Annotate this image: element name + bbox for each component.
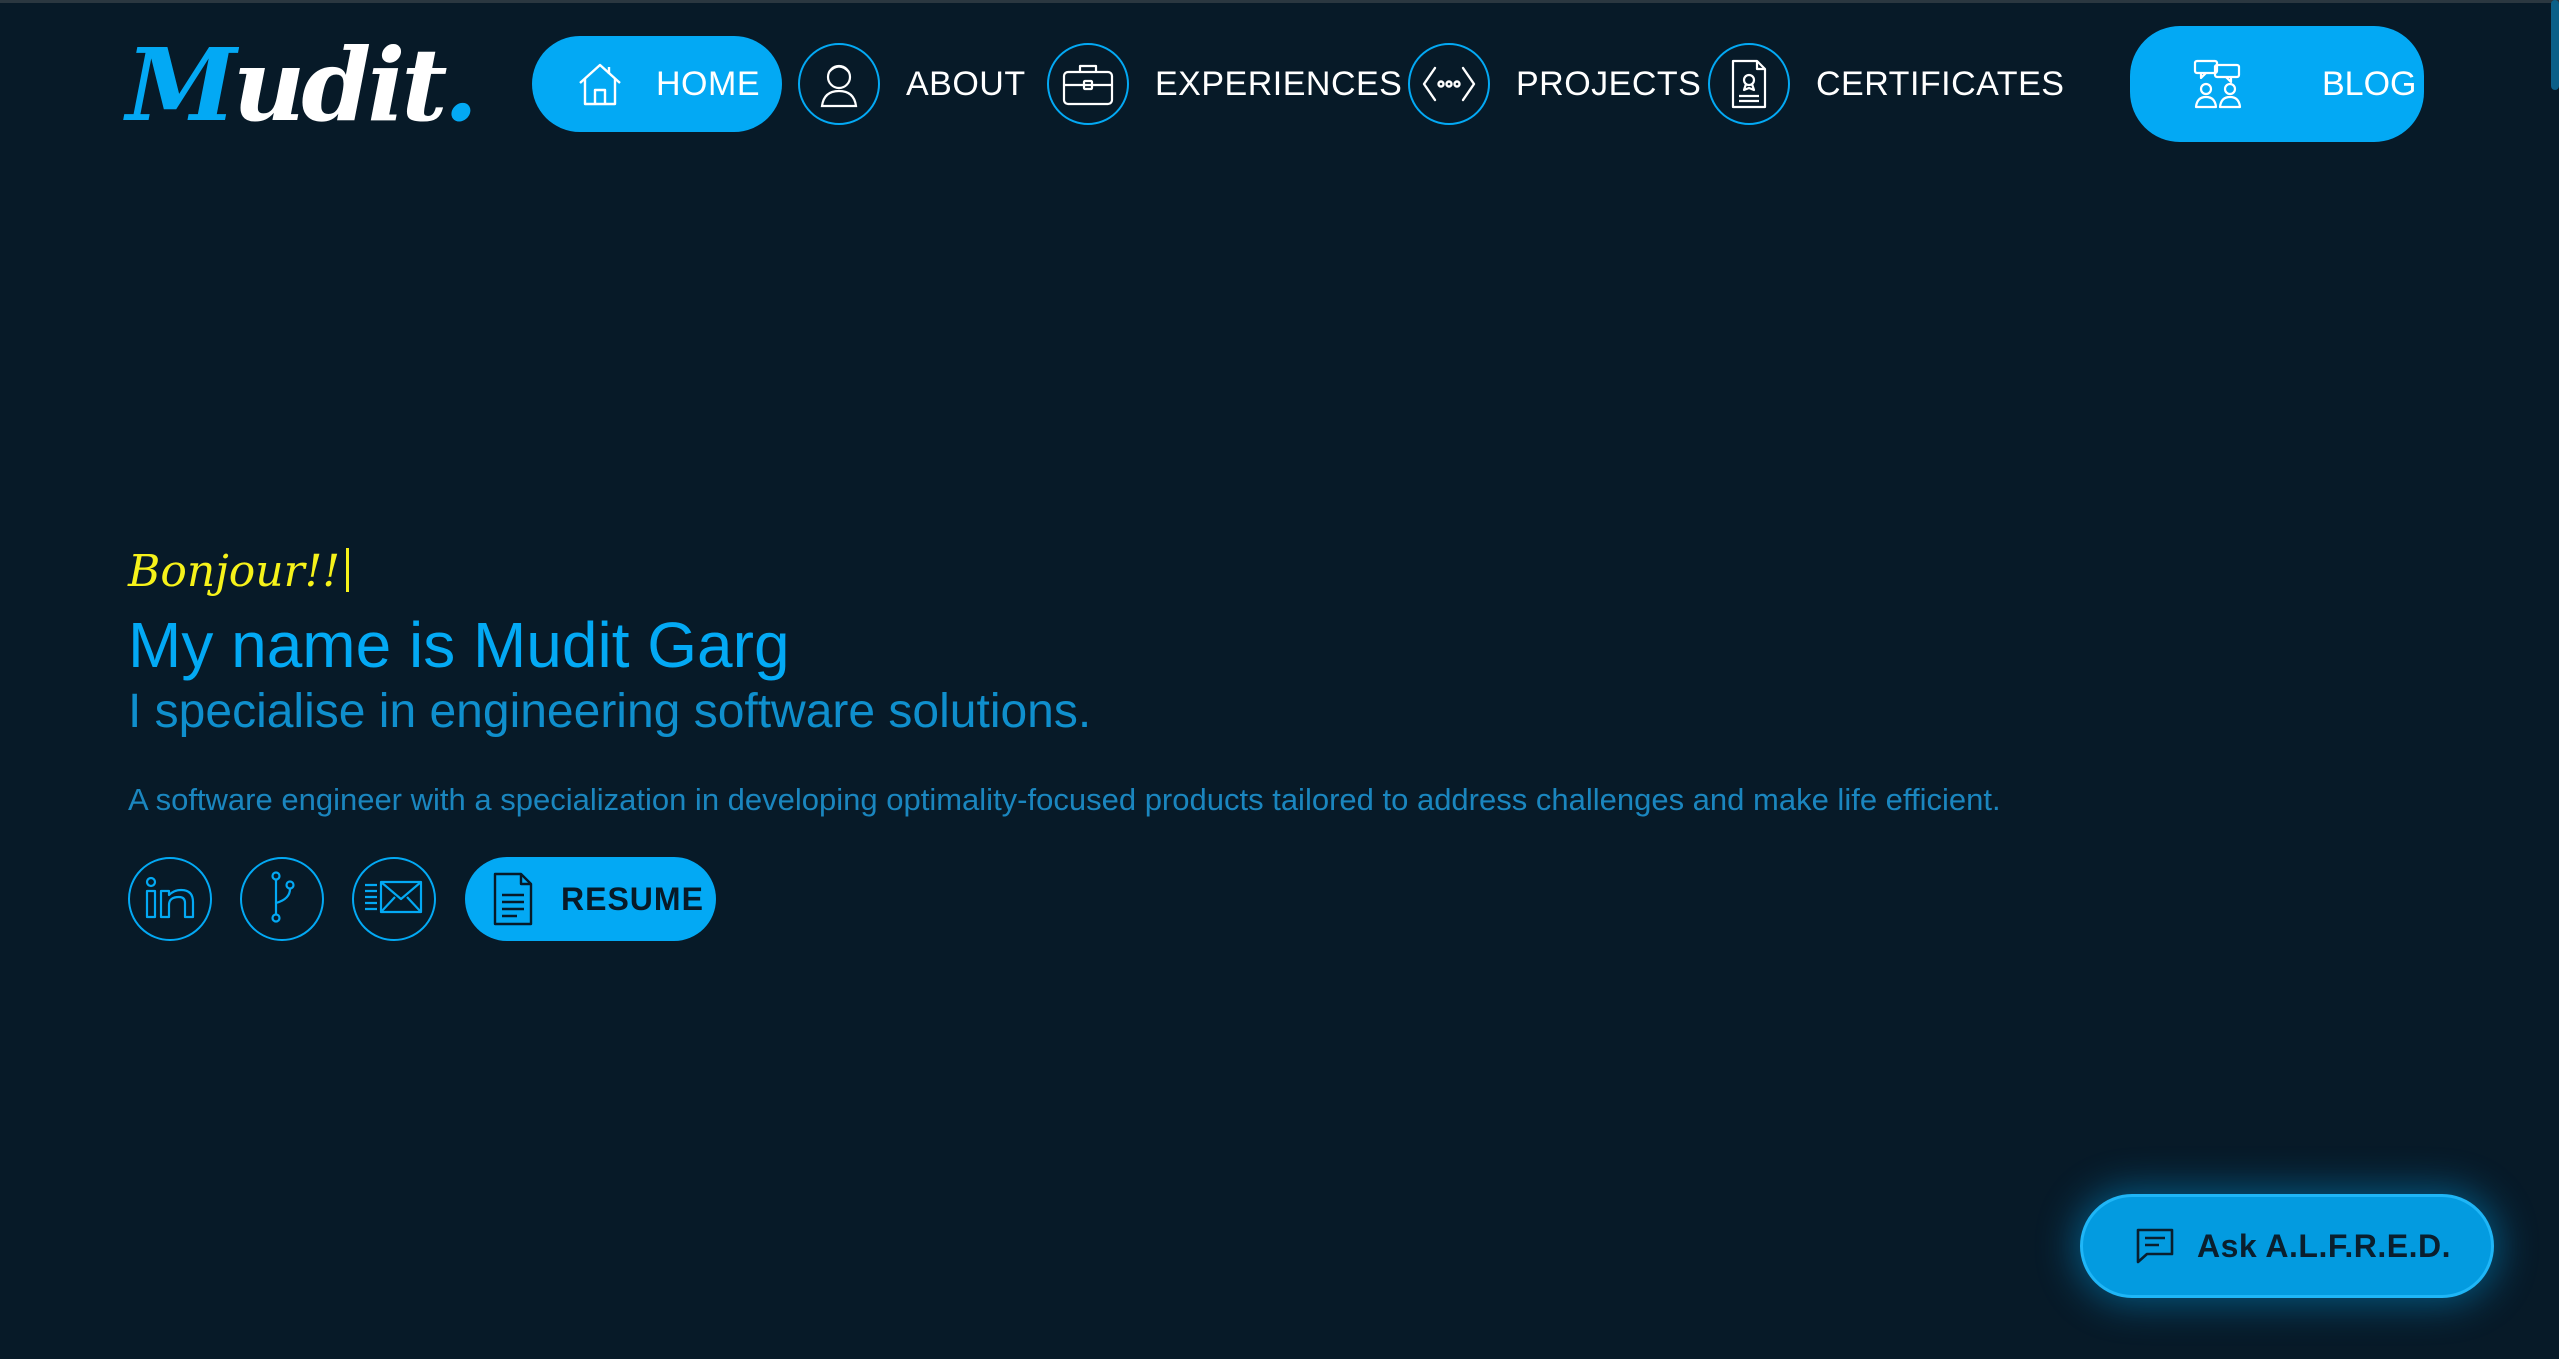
email-icon xyxy=(363,877,425,922)
resume-button[interactable]: RESUME xyxy=(465,857,716,941)
typing-cursor xyxy=(346,548,350,592)
code-icon xyxy=(1408,43,1490,125)
hero-description: A software engineer with a specializatio… xyxy=(128,782,2001,817)
greeting-text: Bonjour!! xyxy=(128,540,350,604)
hero-subtitle: I specialise in engineering software sol… xyxy=(128,685,1092,738)
logo-initial: M xyxy=(126,26,237,144)
community-icon xyxy=(2178,44,2258,124)
nav-home[interactable]: HOME xyxy=(532,36,782,132)
nav-certificates[interactable]: CERTIFICATES xyxy=(1708,36,2064,132)
document-icon xyxy=(483,869,543,929)
linkedin-icon xyxy=(141,874,199,925)
nav-about[interactable]: ABOUT xyxy=(798,36,1026,132)
nav-experiences[interactable]: EXPERIENCES xyxy=(1047,36,1402,132)
certificate-icon xyxy=(1708,43,1790,125)
git-link[interactable] xyxy=(240,857,324,941)
briefcase-icon xyxy=(1047,43,1129,125)
resume-label: RESUME xyxy=(561,880,704,917)
nav-home-label: HOME xyxy=(656,64,760,103)
linkedin-link[interactable] xyxy=(128,857,212,941)
ask-alfred-label: Ask A.L.F.R.E.D. xyxy=(2197,1227,2451,1264)
chat-icon xyxy=(2131,1222,2179,1270)
nav-about-label: ABOUT xyxy=(906,64,1026,103)
browser-top-edge xyxy=(0,0,2559,3)
scrollbar-thumb[interactable] xyxy=(2551,0,2559,90)
logo-text: udit xyxy=(232,26,448,144)
greeting-word: Bonjour!! xyxy=(128,546,341,597)
nav-experiences-label: EXPERIENCES xyxy=(1155,64,1403,103)
person-icon xyxy=(798,43,880,125)
ask-alfred-button[interactable]: Ask A.L.F.R.E.D. xyxy=(2080,1194,2494,1298)
blog-button[interactable]: BLOG xyxy=(2130,26,2424,142)
home-icon xyxy=(552,36,648,132)
git-branch-icon xyxy=(262,869,302,930)
nav-certificates-label: CERTIFICATES xyxy=(1816,64,2065,103)
hero-title: My name is Mudit Garg xyxy=(128,609,790,681)
nav-projects[interactable]: PROJECTS xyxy=(1408,36,1701,132)
nav-projects-label: PROJECTS xyxy=(1516,64,1702,103)
email-link[interactable] xyxy=(352,857,436,941)
logo-dot: . xyxy=(443,26,479,144)
site-logo[interactable]: Mudit. xyxy=(126,30,478,140)
blog-label: BLOG xyxy=(2322,64,2417,103)
